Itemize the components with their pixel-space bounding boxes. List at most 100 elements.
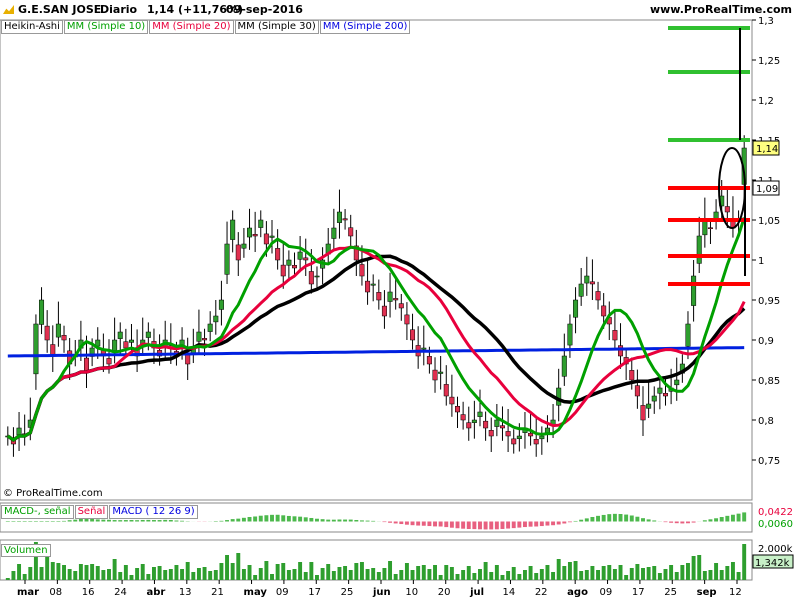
volume-bar <box>461 570 466 580</box>
volume-bar <box>567 562 572 580</box>
macd-histogram-bar <box>331 519 336 522</box>
x-tick-label: 17 <box>632 587 645 598</box>
macd-histogram-bar <box>337 519 342 522</box>
macd-histogram-bar <box>725 515 730 522</box>
candle-body <box>359 264 365 277</box>
volume-bar <box>472 573 477 580</box>
macd-histogram-bar <box>298 516 303 522</box>
volume-bar <box>196 568 201 580</box>
macd-histogram-bar <box>742 512 747 522</box>
candle-body <box>578 283 584 297</box>
candle-body <box>629 370 635 381</box>
secondary-price-label: 1,09 <box>756 184 778 195</box>
macd-histogram-bar <box>270 514 274 522</box>
date-label: 09-sep-2016 <box>226 3 303 16</box>
candle-body <box>539 435 545 440</box>
macd-histogram-bar <box>140 519 145 522</box>
y-tick-label: 0,95 <box>758 296 780 307</box>
candle-body <box>44 325 50 341</box>
candle-body <box>438 371 444 374</box>
volume-bar <box>466 566 471 580</box>
volume-bar <box>151 567 156 580</box>
macd-histogram-bar <box>45 521 50 522</box>
volume-bar <box>247 565 252 580</box>
volume-bar <box>315 575 319 580</box>
macd-histogram-bar <box>596 515 601 522</box>
macd-histogram-bar <box>371 520 376 522</box>
volume-bar <box>225 555 230 580</box>
y-tick-label: 0,85 <box>758 376 780 387</box>
macd-histogram-bar <box>702 520 707 522</box>
candle-body <box>145 331 151 338</box>
volume-bar <box>135 568 140 580</box>
legend-heikin-ashi[interactable]: Heikin-Ashi <box>1 20 63 34</box>
candle-body <box>634 385 640 397</box>
volume-bar <box>646 567 651 580</box>
legend-ma10[interactable]: MM (Simple 10) <box>63 20 149 34</box>
site-url[interactable]: www.ProRealTime.com <box>650 3 792 16</box>
x-tick-label: may <box>244 587 268 598</box>
volume-bar <box>399 570 404 580</box>
volume-bar <box>382 568 387 580</box>
macd-histogram-bar <box>309 517 314 522</box>
volume-bar <box>236 553 241 580</box>
macd-histogram-bar <box>551 521 556 526</box>
macd-histogram-bar <box>579 519 584 522</box>
volume-bar <box>22 574 27 580</box>
candle-body <box>291 265 297 269</box>
legend-macd-signal[interactable]: MACD-, señal <box>1 505 74 519</box>
candle-body <box>342 218 348 221</box>
volume-bar <box>28 567 33 580</box>
macd-histogram-bar <box>73 519 78 522</box>
volume-bar <box>213 570 218 580</box>
macd-histogram-bar <box>601 514 606 522</box>
volume-bar <box>62 565 66 580</box>
candle-body <box>471 419 477 423</box>
volume-bar <box>551 572 556 580</box>
x-tick-label: 16 <box>82 587 95 598</box>
macd-histogram-bar <box>573 520 578 522</box>
volume-bar <box>309 562 314 580</box>
volume-bar <box>286 570 291 580</box>
y-tick-label: 1,05 <box>758 216 780 227</box>
macd-histogram-bar <box>466 521 471 529</box>
legend-ma200[interactable]: MM (Simple 200) <box>319 20 411 34</box>
legend-volume[interactable]: Volumen <box>1 544 51 557</box>
candle-body <box>387 291 393 302</box>
candle-body <box>224 243 230 275</box>
macd-histogram-bar <box>320 519 325 522</box>
x-tick-label: 09 <box>600 587 613 598</box>
volume-bar <box>163 570 168 580</box>
macd-histogram-bar <box>624 514 629 522</box>
volume-legend: Volumen <box>1 543 51 557</box>
legend-signal[interactable]: Señal <box>74 505 109 519</box>
candle-body <box>494 419 500 427</box>
legend-ma30[interactable]: MM (Simple 30) <box>234 20 319 34</box>
volume-bar <box>657 573 662 580</box>
ticker-name: G.E.SAN JOSE <box>18 3 102 16</box>
macd-histogram-bar <box>163 519 168 522</box>
volume-axis-label: 2.000k <box>758 544 793 555</box>
volume-bar <box>421 565 426 580</box>
volume-bar <box>343 566 348 580</box>
volume-bar <box>174 565 179 580</box>
copyright-label: © ProRealTime.com <box>3 488 103 499</box>
volume-bar <box>73 571 78 580</box>
legend-macd[interactable]: MACD ( 12 26 9) <box>109 505 198 519</box>
macd-histogram-bar <box>359 520 364 522</box>
candle-body <box>331 227 337 239</box>
volume-bar <box>39 567 44 580</box>
y-tick-label: 0,8 <box>758 416 774 427</box>
volume-bar <box>101 570 106 580</box>
candle-body <box>533 439 539 445</box>
macd-histogram-bar <box>247 516 252 522</box>
volume-bar <box>50 562 55 580</box>
volume-bar <box>517 574 522 580</box>
macd-histogram-bar <box>607 514 612 522</box>
volume-bar <box>371 568 376 580</box>
candle-body <box>230 219 236 240</box>
volume-bar <box>258 568 263 580</box>
volume-bar <box>208 571 213 580</box>
legend-ma20[interactable]: MM (Simple 20) <box>149 20 234 34</box>
period-label: Diario <box>100 3 138 16</box>
